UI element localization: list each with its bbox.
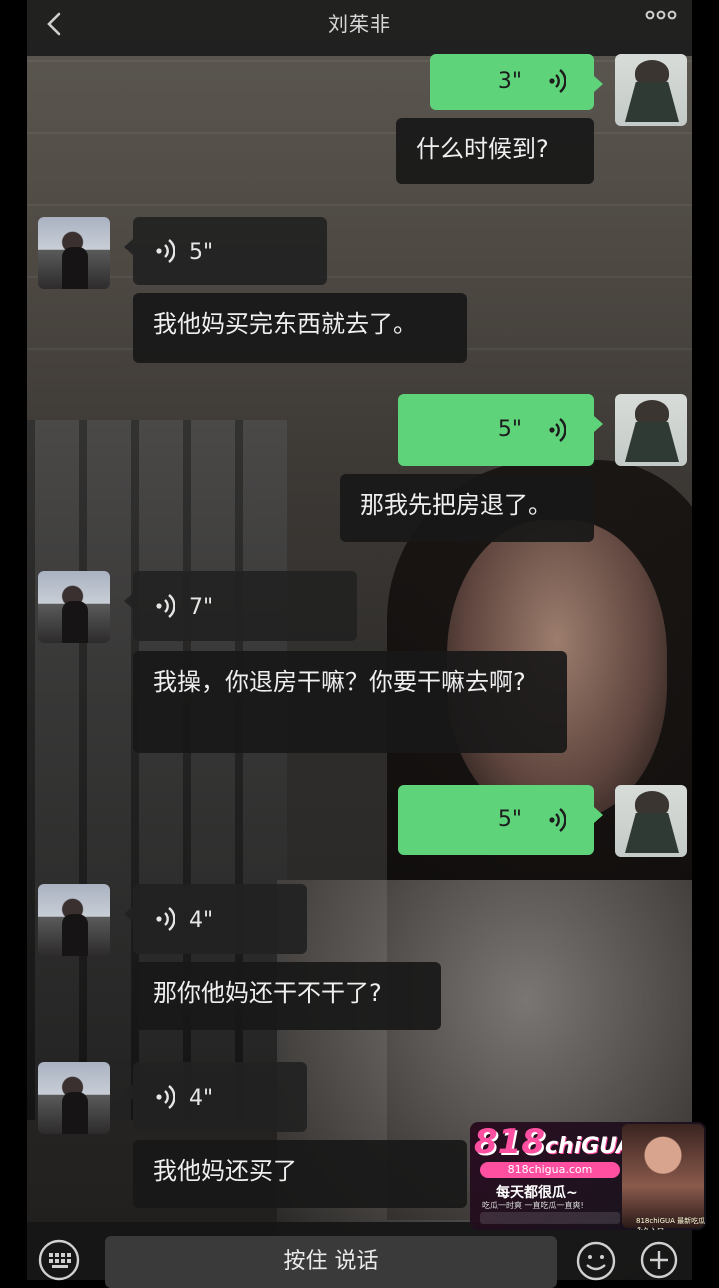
hold-to-talk-button[interactable]: 按住 说话 [105, 1236, 557, 1288]
voice-duration: 5" [189, 240, 214, 265]
contact-avatar[interactable] [38, 1062, 110, 1134]
voice-wave-icon [156, 1085, 175, 1109]
voice-transcript: 那你他妈还干不干了? [133, 962, 441, 1030]
voice-message[interactable]: 7" [124, 571, 357, 641]
watermark-portrait [622, 1124, 704, 1228]
voice-duration: 4" [189, 908, 214, 933]
voice-transcript: 那我先把房退了。 [340, 474, 594, 542]
watermark-logo-text: 818chiGUA [474, 1122, 633, 1162]
voice-message[interactable]: 3" [430, 54, 603, 110]
transcript-text: 我他妈还买了 [153, 1157, 297, 1185]
transcript-text: 那你他妈还干不干了? [153, 979, 382, 1007]
voice-wave-icon [156, 239, 175, 263]
watermark-caption: 818chiGUA 最新吃瓜永久入口 [636, 1217, 706, 1230]
more-icon[interactable] [644, 6, 678, 24]
voice-wave-icon [549, 808, 566, 832]
my-avatar[interactable] [615, 54, 687, 126]
voice-duration: 7" [189, 595, 214, 620]
voice-wave-icon [549, 418, 566, 442]
watermark-logo: 818chiGUA 818chigua.com 每天都很瓜~ 吃瓜一时爽 一直吃… [470, 1122, 706, 1230]
plus-icon[interactable] [639, 1240, 679, 1280]
voice-wave-icon [156, 594, 175, 618]
voice-duration: 3" [497, 69, 522, 94]
chat-header: 刘茱非 [27, 0, 692, 56]
voice-duration: 4" [189, 1086, 214, 1111]
watermark-subline: 吃瓜一时爽 一直吃瓜一直爽! [482, 1201, 584, 1210]
voice-transcript: 我他妈买完东西就去了。 [133, 293, 467, 363]
contact-avatar[interactable] [38, 217, 110, 289]
my-avatar[interactable] [615, 785, 687, 857]
voice-transcript: 我操，你退房干嘛？你要干嘛去啊? [133, 651, 567, 753]
voice-message[interactable]: 5" [124, 217, 327, 285]
voice-transcript: 我他妈还买了 [133, 1140, 467, 1208]
transcript-text: 那我先把房退了。 [360, 491, 552, 519]
watermark-logo-number: 818 [474, 1122, 545, 1162]
chat-title: 刘茱非 [328, 12, 391, 36]
input-bar: 按住 说话 [27, 1222, 692, 1288]
voice-message[interactable]: 5" [398, 394, 603, 466]
my-avatar[interactable] [615, 394, 687, 466]
keyboard-icon[interactable] [37, 1238, 81, 1282]
voice-duration: 5" [497, 807, 522, 832]
transcript-text: 我他妈买完东西就去了。 [153, 310, 417, 338]
voice-transcript: 什么时候到? [396, 118, 594, 184]
transcript-text: 我操，你退房干嘛？你要干嘛去啊? [153, 668, 526, 696]
voice-wave-icon [156, 907, 175, 931]
contact-avatar[interactable] [38, 884, 110, 956]
voice-message[interactable]: 4" [124, 1062, 307, 1132]
transcript-text: 什么时候到? [416, 135, 549, 163]
watermark-tags [480, 1212, 620, 1224]
watermark-logo-word: chiGUA [544, 1134, 634, 1159]
voice-message[interactable]: 4" [124, 884, 307, 954]
voice-duration: 5" [497, 417, 522, 442]
emoji-icon[interactable] [575, 1240, 617, 1282]
watermark-url: 818chigua.com [480, 1162, 620, 1178]
voice-message[interactable]: 5" [398, 785, 603, 855]
voice-wave-icon [549, 69, 566, 93]
watermark-slogan: 每天都很瓜~ [496, 1185, 578, 1201]
contact-avatar[interactable] [38, 571, 110, 643]
